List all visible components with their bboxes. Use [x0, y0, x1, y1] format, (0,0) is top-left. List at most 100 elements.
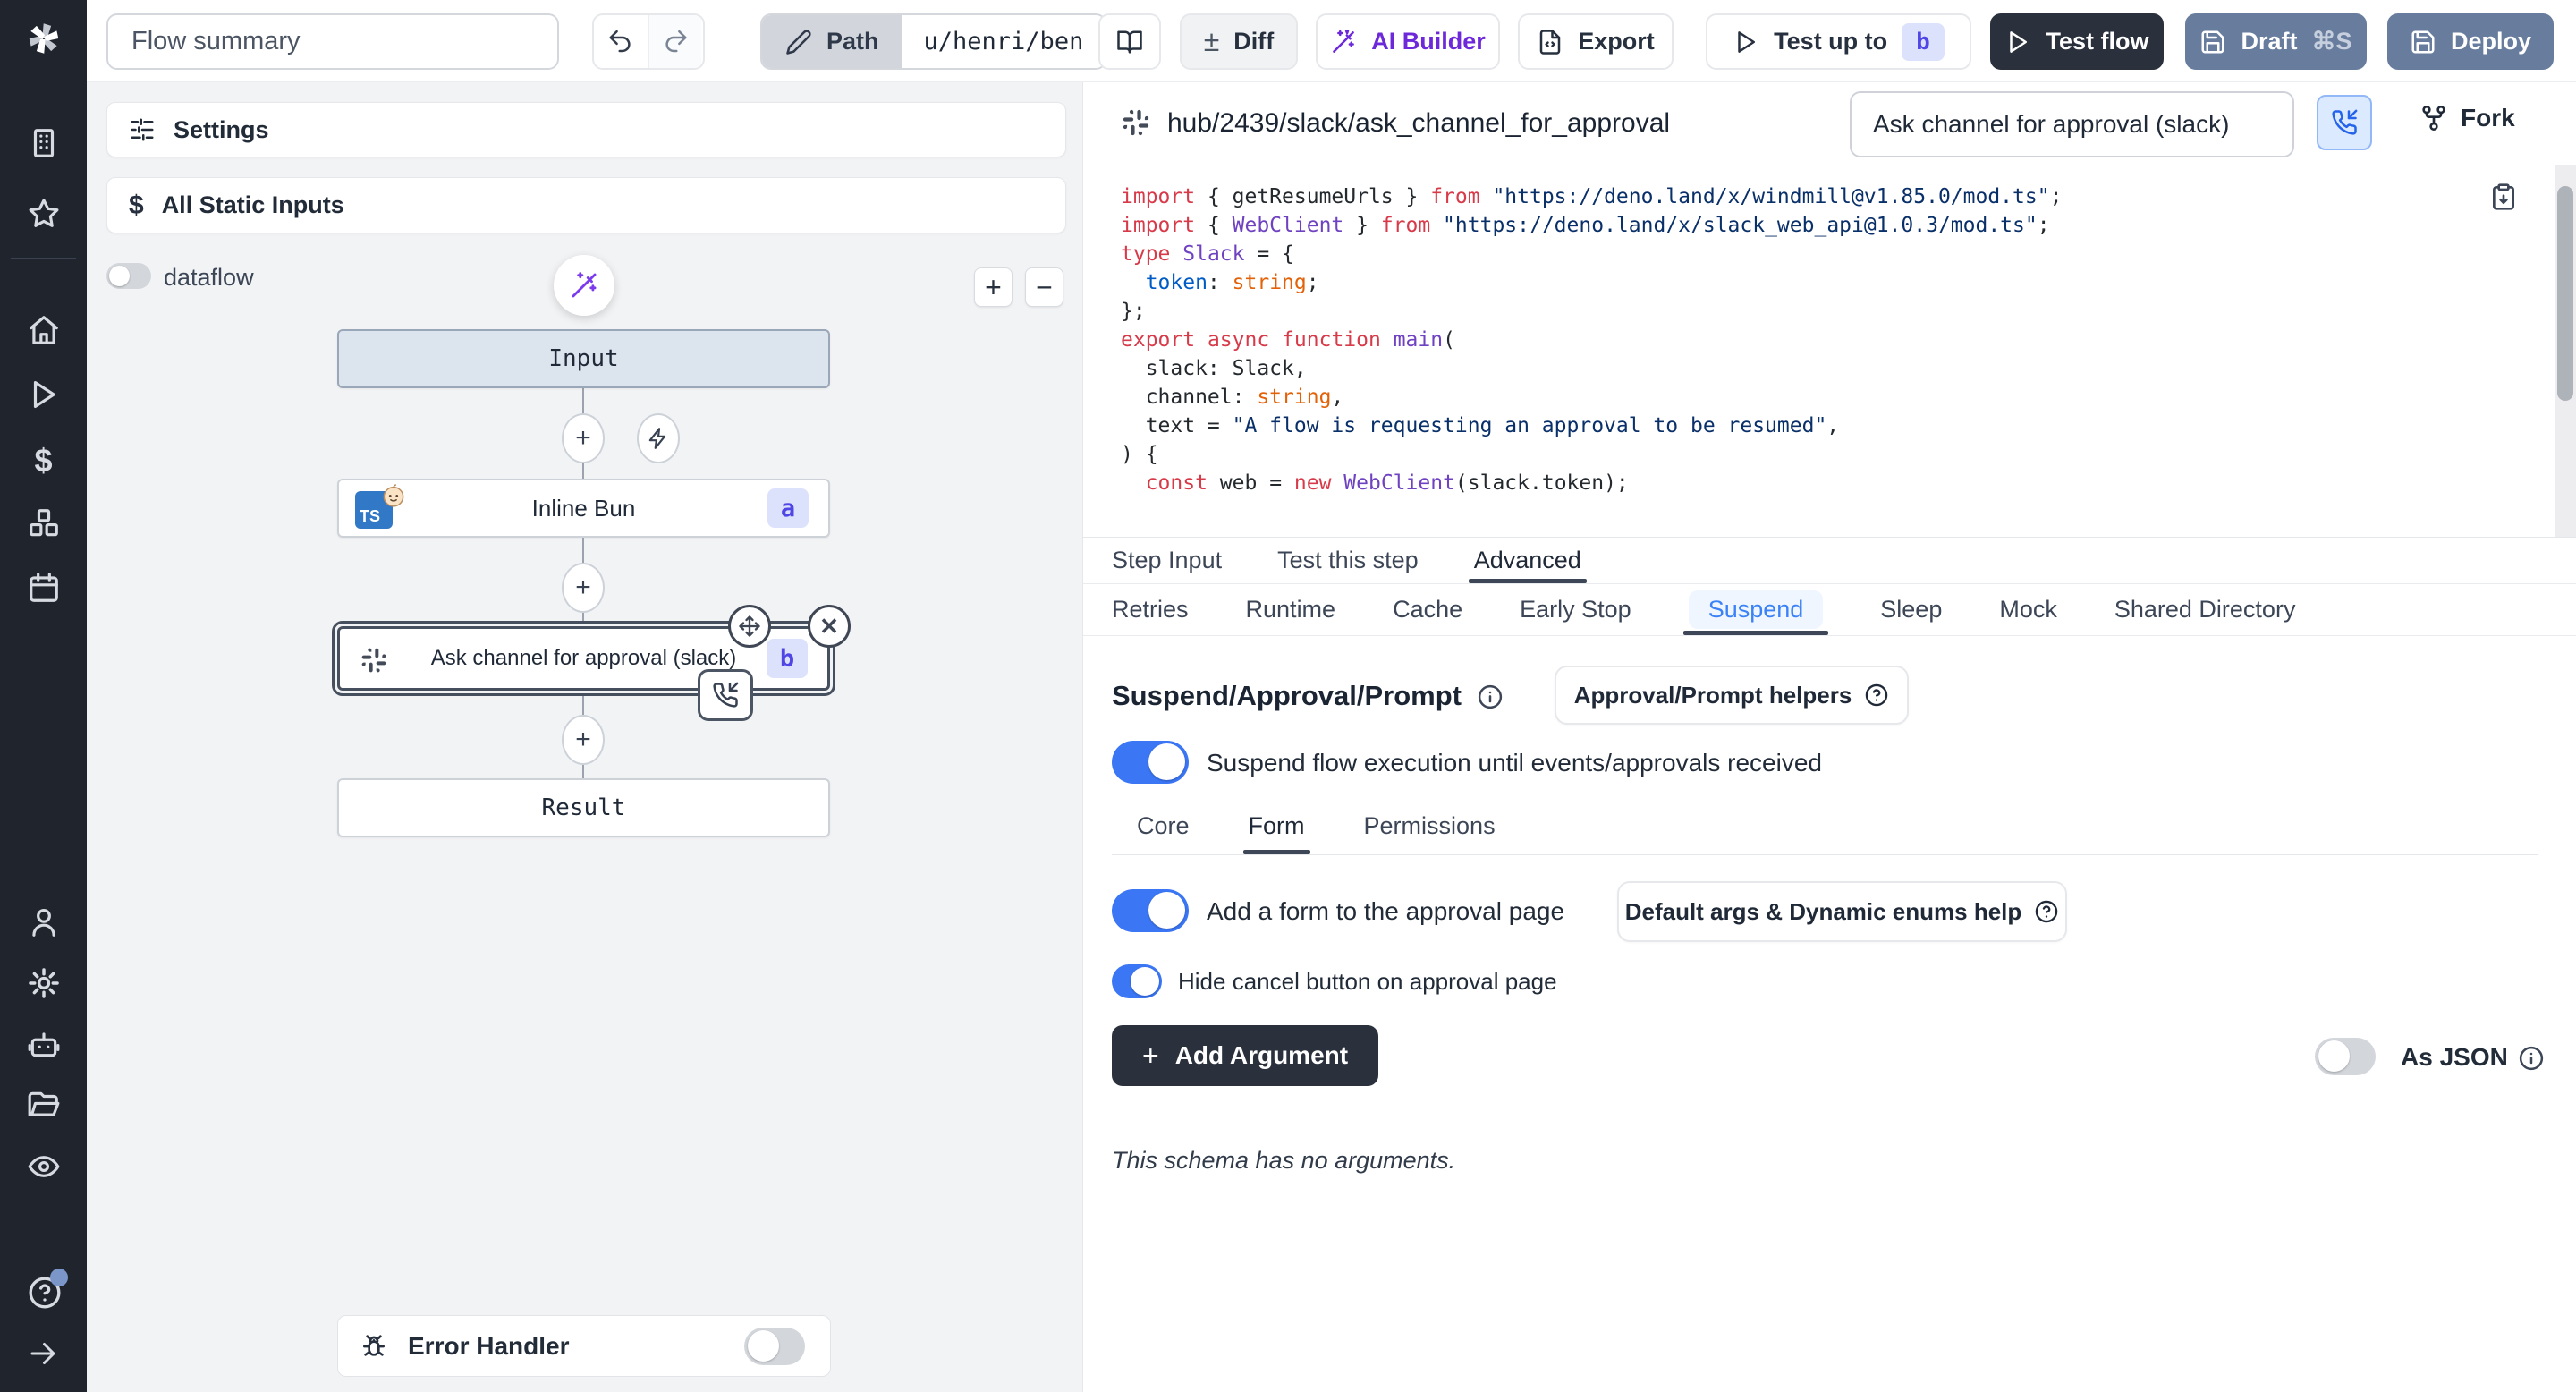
zoom-in-button[interactable]: +	[974, 267, 1013, 307]
home-icon[interactable]	[27, 313, 61, 347]
tab-core[interactable]: Core	[1137, 798, 1190, 854]
phone-incoming-icon	[712, 682, 739, 709]
draft-button[interactable]: Draft ⌘S	[2185, 13, 2367, 70]
ai-builder-label: AI Builder	[1371, 28, 1486, 55]
undo-button[interactable]	[594, 15, 648, 68]
code-line: const web = new WebClient(slack.token);	[1121, 469, 2555, 497]
delete-step-button[interactable]: ✕	[808, 605, 851, 648]
approval-prompt-helpers-button[interactable]: Approval/Prompt helpers	[1555, 666, 1909, 725]
diff-button[interactable]: ±Diff	[1180, 13, 1298, 70]
info-icon[interactable]	[1477, 683, 1504, 710]
hide-cancel-toggle[interactable]	[1112, 964, 1162, 998]
default-args-help-button[interactable]: Default args & Dynamic enums help	[1617, 881, 2067, 942]
flow-result-node[interactable]: Result	[337, 778, 830, 837]
redo-button[interactable]	[648, 15, 701, 68]
tab-test-this-step[interactable]: Test this step	[1277, 538, 1419, 583]
add-step-button[interactable]: +	[562, 563, 605, 613]
step-tabs: Step Input Test this step Advanced	[1083, 538, 2576, 584]
tab-sleep[interactable]: Sleep	[1880, 584, 1942, 635]
resources-icon[interactable]	[27, 506, 61, 540]
tab-shared-directory[interactable]: Shared Directory	[2114, 584, 2296, 635]
fork-button[interactable]: Fork	[2419, 104, 2515, 132]
input-node-label: Input	[548, 345, 618, 372]
plus-icon: +	[575, 725, 591, 755]
path-value[interactable]: u/henri/ben	[902, 15, 1106, 68]
edge	[582, 463, 584, 480]
plus-icon: +	[575, 423, 591, 454]
flow-settings-button[interactable]: Settings	[106, 102, 1066, 157]
diff-label: Diff	[1233, 28, 1274, 55]
book-icon	[1116, 29, 1143, 55]
schedules-icon[interactable]	[27, 571, 61, 605]
windmill-logo-icon[interactable]	[23, 18, 64, 59]
hub-path[interactable]: hub/2439/slack/ask_channel_for_approval	[1167, 108, 1670, 139]
error-handler-card[interactable]: Error Handler	[337, 1315, 831, 1377]
zap-icon	[647, 427, 670, 450]
users-icon[interactable]	[27, 905, 61, 939]
tab-mock[interactable]: Mock	[1999, 584, 2057, 635]
folders-icon[interactable]	[27, 1088, 61, 1122]
expand-sidebar-arrow-icon[interactable]	[27, 1337, 61, 1371]
phone-incoming-icon	[2331, 109, 2358, 136]
test-flow-button[interactable]: Test flow	[1990, 13, 2164, 70]
step-a-label: Inline Bun	[532, 495, 636, 522]
variables-icon[interactable]: $	[27, 442, 61, 476]
flow-summary-input[interactable]: Flow summary	[106, 13, 559, 70]
suspend-step-indicator-button[interactable]	[2317, 95, 2372, 150]
edge	[582, 613, 584, 626]
tab-suspend[interactable]: Suspend	[1689, 584, 1824, 635]
add-argument-button[interactable]: + Add Argument	[1112, 1025, 1378, 1086]
ai-builder-button[interactable]: AI Builder	[1316, 13, 1500, 70]
add-trigger-button[interactable]	[637, 413, 680, 463]
code-scrollbar-track[interactable]	[2555, 165, 2576, 537]
all-static-inputs-button[interactable]: $ All Static Inputs	[106, 177, 1066, 233]
suspend-toggle[interactable]	[1112, 741, 1189, 784]
move-step-button[interactable]	[728, 605, 771, 648]
runs-icon[interactable]	[27, 378, 61, 412]
favorites-star-icon[interactable]	[27, 197, 61, 231]
dollar-icon: $	[129, 191, 144, 221]
tab-early-stop[interactable]: Early Stop	[1520, 584, 1631, 635]
code-line: slack: Slack,	[1121, 354, 2555, 383]
advanced-tabs: Retries Runtime Cache Early Stop Suspend…	[1083, 584, 2576, 636]
docs-button[interactable]	[1098, 13, 1161, 70]
tab-form[interactable]: Form	[1249, 798, 1305, 854]
workers-robot-icon[interactable]	[27, 1027, 61, 1061]
copy-code-button[interactable]	[2489, 182, 2518, 211]
bug-icon	[360, 1332, 388, 1361]
zoom-out-button[interactable]: −	[1025, 267, 1063, 307]
helpers-button-label: Approval/Prompt helpers	[1574, 682, 1852, 709]
tab-permissions[interactable]: Permissions	[1364, 798, 1496, 854]
tab-cache[interactable]: Cache	[1393, 584, 1462, 635]
tab-step-input[interactable]: Step Input	[1112, 538, 1222, 583]
tab-advanced[interactable]: Advanced	[1474, 538, 1581, 583]
as-json-label: As JSON	[2401, 1043, 2508, 1072]
settings-gear-icon[interactable]	[27, 966, 61, 1000]
info-icon[interactable]	[2518, 1045, 2545, 1072]
code-line: type Slack = {	[1121, 240, 2555, 268]
code-editor[interactable]: import { getResumeUrls } from "https://d…	[1083, 165, 2555, 537]
audit-eye-icon[interactable]	[27, 1150, 61, 1184]
step-summary-input[interactable]: Ask channel for approval (slack)	[1850, 91, 2294, 157]
deploy-button[interactable]: Deploy	[2387, 13, 2554, 70]
code-scrollbar-thumb[interactable]	[2557, 186, 2573, 401]
dataflow-label: dataflow	[164, 264, 254, 292]
path-button[interactable]: Path	[762, 15, 902, 68]
step-a-node[interactable]: TS Inline Bun a	[337, 479, 830, 538]
suspend-phone-badge[interactable]	[698, 669, 753, 721]
test-up-to-button[interactable]: Test up to b	[1706, 13, 1971, 70]
add-step-button[interactable]: +	[562, 715, 605, 765]
tab-runtime[interactable]: Runtime	[1246, 584, 1336, 635]
ai-flow-wand-button[interactable]	[554, 255, 614, 316]
export-label: Export	[1578, 28, 1655, 55]
export-button[interactable]: Export	[1518, 13, 1674, 70]
flow-input-node[interactable]: Input	[337, 329, 830, 388]
dataflow-toggle[interactable]	[106, 263, 151, 289]
as-json-toggle[interactable]	[2315, 1038, 2376, 1075]
error-handler-toggle[interactable]	[744, 1328, 805, 1365]
tab-retries[interactable]: Retries	[1112, 584, 1189, 635]
add-form-toggle[interactable]	[1112, 889, 1189, 932]
step-a-badge: a	[767, 488, 809, 528]
workspace-icon[interactable]	[27, 126, 61, 160]
add-step-button[interactable]: +	[562, 413, 605, 463]
